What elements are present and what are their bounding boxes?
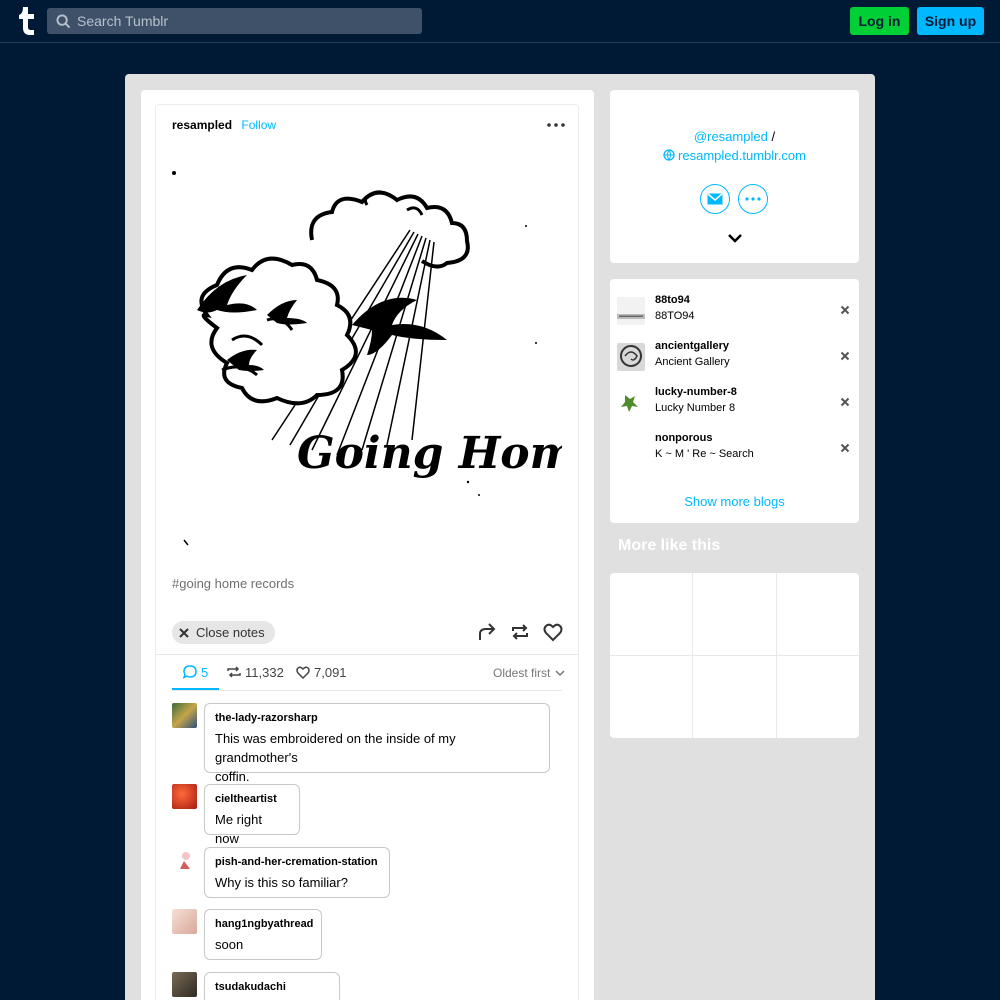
reblog-icon bbox=[227, 666, 241, 678]
notes-divider bbox=[156, 654, 578, 655]
recommended-blog[interactable]: 88to94 88TO94 bbox=[617, 294, 853, 328]
reply-text: This was embroidered on the inside of my… bbox=[215, 731, 456, 784]
show-more-blogs-link[interactable]: Show more blogs bbox=[610, 494, 859, 509]
blog-handle-link[interactable]: @resampled bbox=[694, 129, 768, 144]
search-input[interactable] bbox=[77, 13, 407, 29]
reply-author[interactable]: cieltheartist bbox=[215, 793, 289, 805]
tab-reblogs[interactable]: 11,332 bbox=[226, 664, 284, 680]
reblogs-count: 11,332 bbox=[245, 664, 284, 680]
more-like-this-heading: More like this bbox=[618, 537, 721, 554]
blog-avatar bbox=[617, 343, 645, 371]
reply-bubble: cieltheartist Me right now bbox=[204, 784, 300, 846]
sort-dropdown[interactable]: Oldest first bbox=[493, 666, 566, 680]
post-tag[interactable]: #going home records bbox=[172, 576, 294, 591]
reply-text: soon bbox=[215, 937, 244, 952]
reblog-icon[interactable] bbox=[509, 621, 531, 643]
grid-tile[interactable] bbox=[693, 656, 776, 738]
likes-count: 7,091 bbox=[314, 664, 347, 680]
reply-bubble: pish-and-her-cremation-station Why is th… bbox=[204, 847, 390, 898]
reply-bubble: hang1ngbyathread soon bbox=[204, 909, 322, 960]
reply-text: Me right now bbox=[215, 812, 262, 846]
blog-url-link[interactable]: resampled.tumblr.com bbox=[610, 148, 859, 163]
svg-text:Going Home...: Going Home... bbox=[297, 428, 562, 479]
blog-avatar bbox=[617, 297, 645, 325]
reply-text: Why is this so familiar? bbox=[215, 875, 348, 890]
tab-replies[interactable]: 5 bbox=[182, 664, 208, 680]
globe-icon bbox=[663, 149, 675, 161]
grid-tile[interactable] bbox=[610, 573, 692, 655]
chevron-down-icon[interactable] bbox=[727, 231, 743, 245]
recommended-blog[interactable]: lucky-number-8 Lucky Number 8 bbox=[617, 386, 853, 420]
blog-name: 88to94 bbox=[655, 294, 690, 306]
handle-separator: / bbox=[771, 129, 776, 144]
more-options-icon[interactable] bbox=[546, 116, 566, 132]
login-button[interactable]: Log in bbox=[850, 7, 909, 35]
blog-title: K ~ M ' Re ~ Search bbox=[655, 448, 754, 460]
grid-tile[interactable] bbox=[610, 656, 692, 738]
comment-icon bbox=[182, 665, 197, 679]
recommended-blog[interactable]: ancientgallery Ancient Gallery bbox=[617, 340, 853, 374]
post-header: resampled Follow bbox=[172, 118, 276, 132]
like-icon[interactable] bbox=[542, 621, 564, 643]
search-icon bbox=[56, 13, 71, 28]
more-like-this-grid bbox=[610, 573, 859, 738]
dismiss-icon[interactable] bbox=[839, 396, 851, 408]
share-icon[interactable] bbox=[476, 621, 498, 643]
tabs-divider bbox=[172, 690, 562, 691]
heart-icon bbox=[296, 666, 310, 680]
blog-handle: @resampled / bbox=[610, 129, 859, 144]
reply-author[interactable]: tsudakudachi bbox=[215, 981, 329, 993]
tumblr-logo-icon[interactable] bbox=[16, 7, 36, 35]
post-image[interactable]: Going Home... bbox=[172, 150, 562, 560]
reply-author[interactable]: hang1ngbyathread bbox=[215, 918, 313, 930]
reply-bubble: the-lady-razorsharp This was embroidered… bbox=[204, 703, 550, 784]
blog-avatar bbox=[617, 389, 645, 417]
close-notes-button[interactable]: Close notes bbox=[172, 621, 275, 644]
blog-title: Ancient Gallery bbox=[655, 356, 730, 368]
blog-name: lucky-number-8 bbox=[655, 386, 737, 398]
follow-button[interactable]: Follow bbox=[241, 118, 276, 132]
reply-author[interactable]: pish-and-her-cremation-station bbox=[215, 856, 379, 868]
avatar[interactable] bbox=[172, 909, 197, 934]
grid-tile[interactable] bbox=[777, 656, 859, 738]
recommended-blog[interactable]: nonporous K ~ M ' Re ~ Search bbox=[617, 432, 853, 466]
reply-author[interactable]: the-lady-razorsharp bbox=[215, 712, 539, 724]
envelope-icon bbox=[707, 193, 723, 205]
avatar[interactable] bbox=[172, 703, 197, 728]
close-notes-label: Close notes bbox=[196, 625, 265, 640]
sort-label: Oldest first bbox=[493, 666, 551, 680]
reply-bubble: tsudakudachi bbox=[204, 972, 340, 1000]
signup-button[interactable]: Sign up bbox=[917, 7, 984, 35]
blog-title: 88TO94 bbox=[655, 310, 695, 322]
tab-likes[interactable]: 7,091 bbox=[295, 664, 347, 680]
blog-avatar bbox=[617, 435, 645, 463]
avatar[interactable] bbox=[172, 784, 197, 809]
grid-tile[interactable] bbox=[777, 573, 859, 655]
active-tab-indicator bbox=[172, 688, 219, 690]
dismiss-icon[interactable] bbox=[839, 304, 851, 316]
close-icon bbox=[179, 627, 189, 638]
top-bar: Log in Sign up bbox=[0, 0, 1000, 43]
dismiss-icon[interactable] bbox=[839, 350, 851, 362]
replies-count: 5 bbox=[201, 664, 209, 680]
chevron-down-icon bbox=[555, 670, 565, 677]
ellipsis-icon bbox=[745, 197, 761, 201]
message-button[interactable] bbox=[700, 184, 730, 214]
avatar[interactable] bbox=[172, 972, 197, 997]
avatar[interactable] bbox=[172, 847, 197, 872]
blog-title: Lucky Number 8 bbox=[655, 402, 736, 414]
blog-name: nonporous bbox=[655, 432, 713, 444]
post-author[interactable]: resampled bbox=[172, 118, 232, 132]
search-bar[interactable] bbox=[47, 8, 422, 34]
dismiss-icon[interactable] bbox=[839, 442, 851, 454]
grid-tile[interactable] bbox=[693, 573, 776, 655]
blog-name: ancientgallery bbox=[655, 340, 729, 352]
blog-more-button[interactable] bbox=[738, 184, 768, 214]
